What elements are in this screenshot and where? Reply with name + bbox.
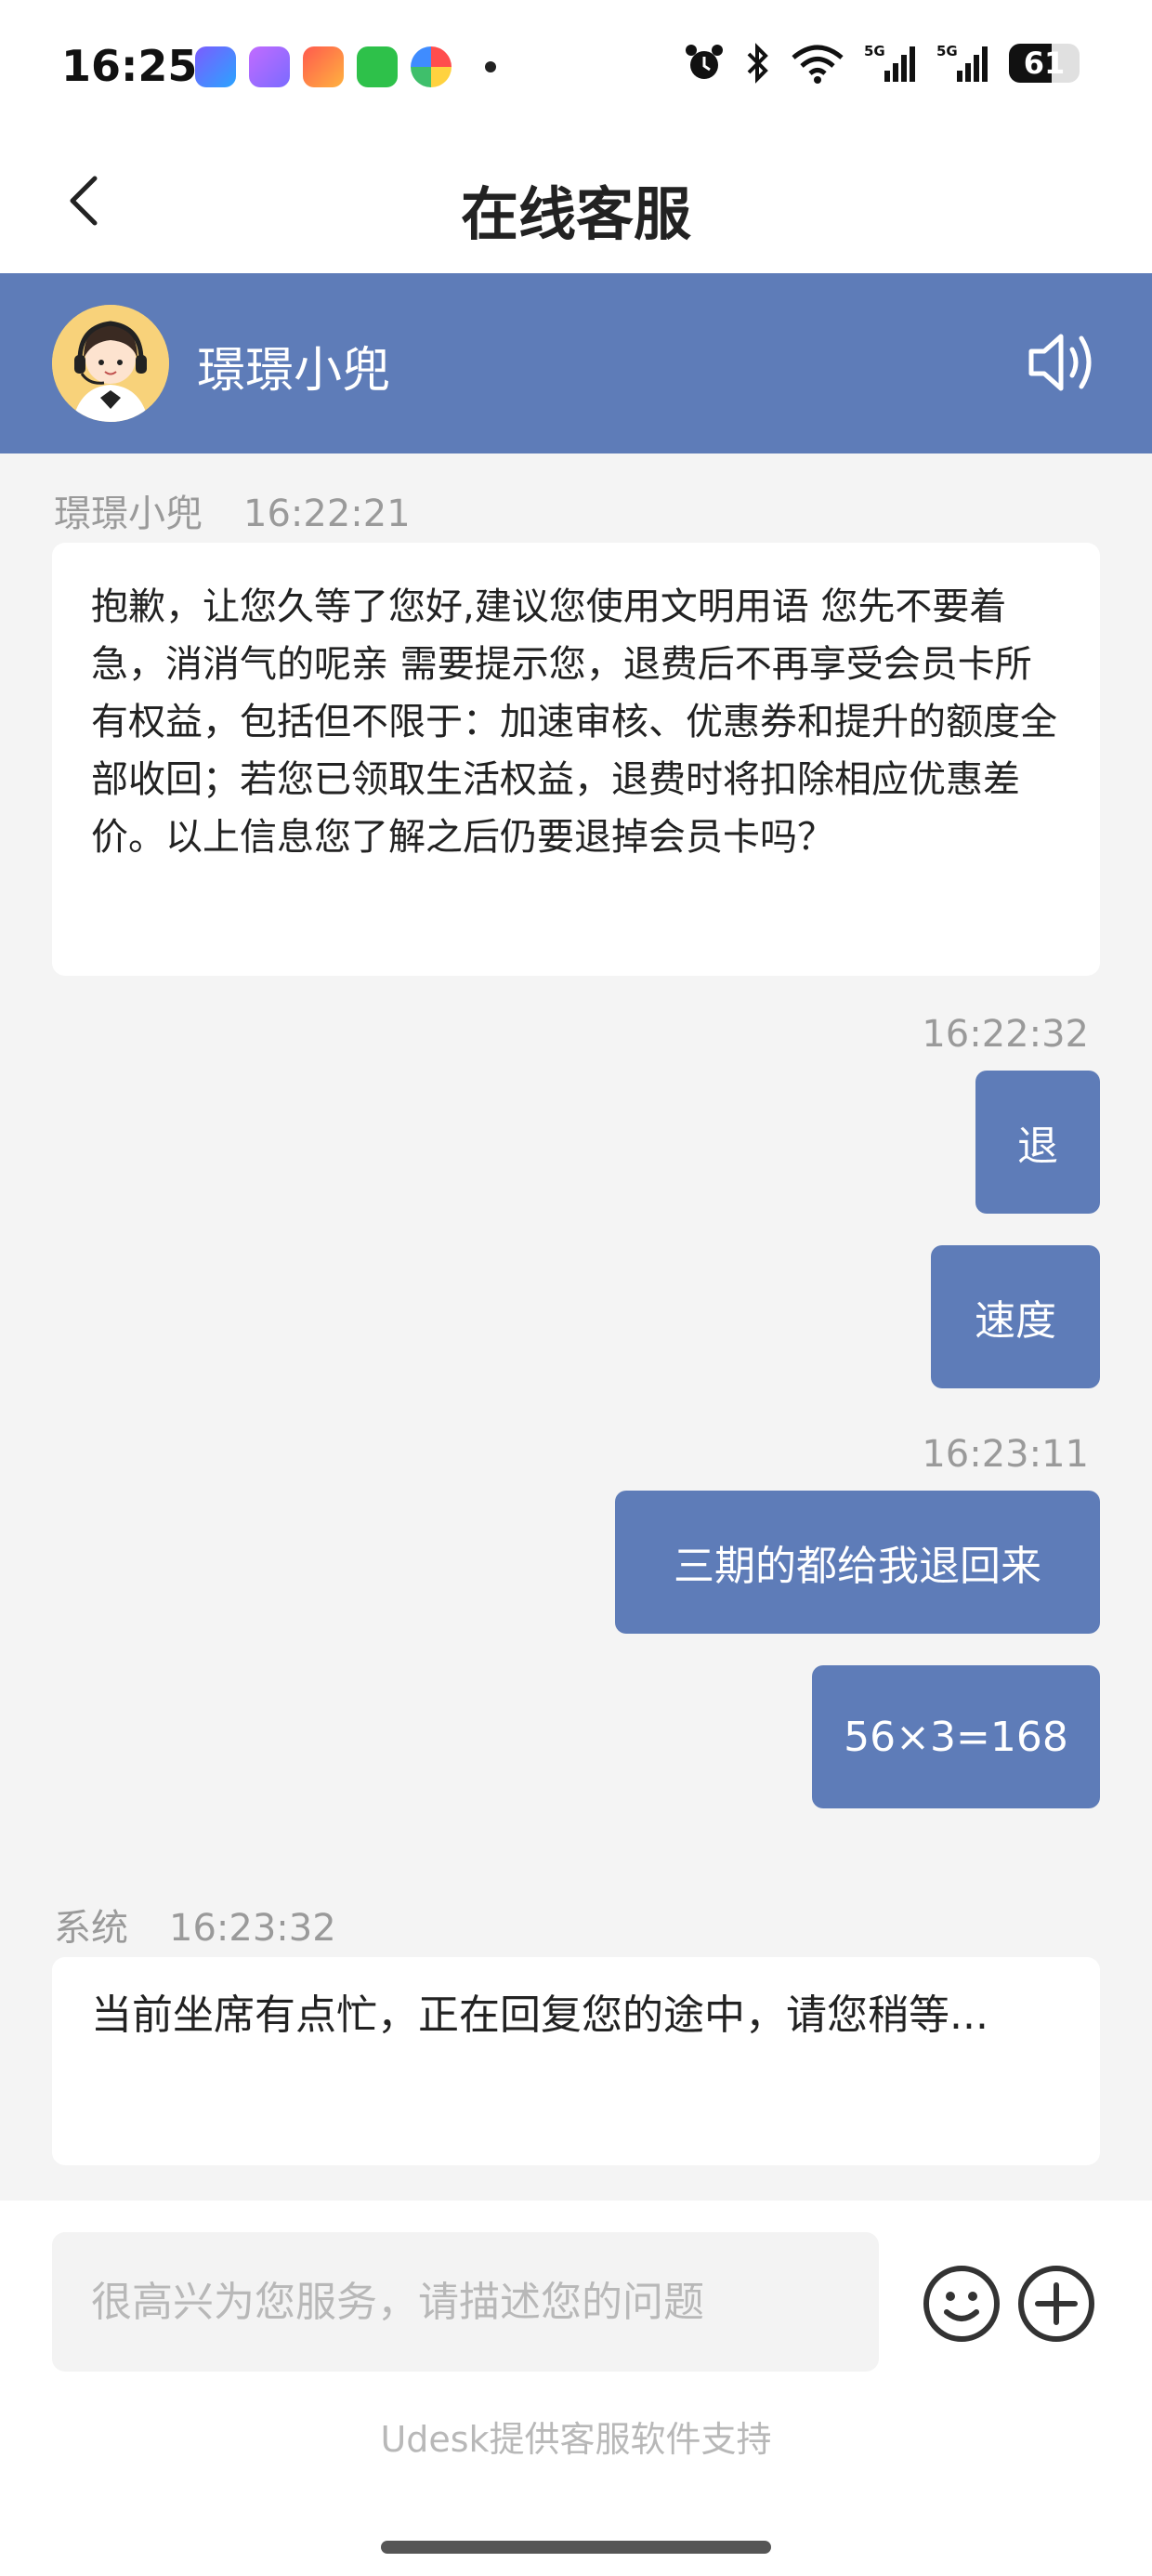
speaker-button[interactable] — [1026, 327, 1100, 398]
wifi-icon — [792, 45, 844, 84]
message-meta: 璟璟小兜 16:22:21 — [54, 483, 411, 537]
bluetooth-icon — [747, 43, 768, 84]
emoji-button[interactable] — [922, 2264, 1001, 2344]
message-sender: 系统 — [54, 1907, 128, 1950]
message-input[interactable] — [91, 2278, 879, 2326]
status-time: 16:25 — [61, 41, 198, 91]
plus-circle-icon — [1018, 2266, 1094, 2342]
message-sender: 璟璟小兜 — [54, 493, 203, 535]
agent-message-bubble: 抱歉，让您久等了您好,建议您使用文明用语 您先不要着急，消消气的呢亲 需要提示您… — [52, 543, 1100, 976]
pinwheel-app-icon — [411, 46, 452, 87]
system-icons: 5G 5G 61 — [684, 43, 1080, 84]
customer-service-avatar-icon — [52, 305, 169, 422]
nav-bar: 在线客服 — [0, 130, 1152, 273]
user-message-bubble: 速度 — [931, 1245, 1100, 1388]
speaker-icon — [1028, 334, 1092, 391]
message-input-box[interactable] — [52, 2232, 879, 2372]
page-title: 在线客服 — [460, 180, 691, 248]
battery-icon: 61 — [1009, 44, 1080, 83]
cellular-signal-icon: 5G — [864, 43, 915, 82]
system-message-bubble: 当前坐席有点忙，正在回复您的途中，请您稍等... — [52, 1957, 1100, 2165]
notification-app-icons — [195, 46, 496, 87]
message-meta: 系统 16:23:32 — [54, 1898, 336, 1952]
message-time: 16:23:11 — [922, 1433, 1089, 1476]
wechat-icon — [357, 46, 398, 87]
battery-level: 61 — [1023, 46, 1066, 81]
user-message-bubble: 三期的都给我退回来 — [615, 1491, 1100, 1634]
message-time: 16:22:21 — [243, 493, 411, 535]
chat-message-list[interactable]: 璟璟小兜 16:22:21 抱歉，让您久等了您好,建议您使用文明用语 您先不要着急… — [0, 453, 1152, 2201]
user-message-bubble: 56×3=168 — [812, 1665, 1100, 1808]
home-indicator[interactable] — [381, 2541, 771, 2554]
agent-banner: 璟璟小兜 — [0, 273, 1152, 453]
network-type-label: 5G — [936, 43, 958, 59]
camera-app-icon — [195, 46, 236, 87]
network-type-label: 5G — [864, 43, 885, 59]
alarm-icon — [686, 45, 723, 79]
cat-app-icon — [249, 46, 290, 87]
powered-by-text: Udesk提供客服软件支持 — [380, 2419, 772, 2460]
emoji-icon — [923, 2266, 1000, 2342]
input-area: Udesk提供客服软件支持 — [0, 2201, 1152, 2576]
status-bar: 16:25 5G 5G 61 — [0, 0, 1152, 130]
user-message-bubble: 退 — [975, 1071, 1100, 1214]
chat-screen: 16:25 5G 5G 61 在线客服 璟璟小兜 璟璟小兜 16:22:21 抱… — [0, 0, 1152, 2576]
message-time: 16:22:32 — [922, 1013, 1089, 1056]
cellular-signal-icon: 5G — [936, 43, 988, 82]
agent-name: 璟璟小兜 — [197, 343, 391, 399]
more-notifications-dot — [485, 61, 496, 72]
message-time: 16:23:32 — [169, 1907, 336, 1950]
more-actions-button[interactable] — [1016, 2264, 1096, 2344]
clown-app-icon — [303, 46, 344, 87]
